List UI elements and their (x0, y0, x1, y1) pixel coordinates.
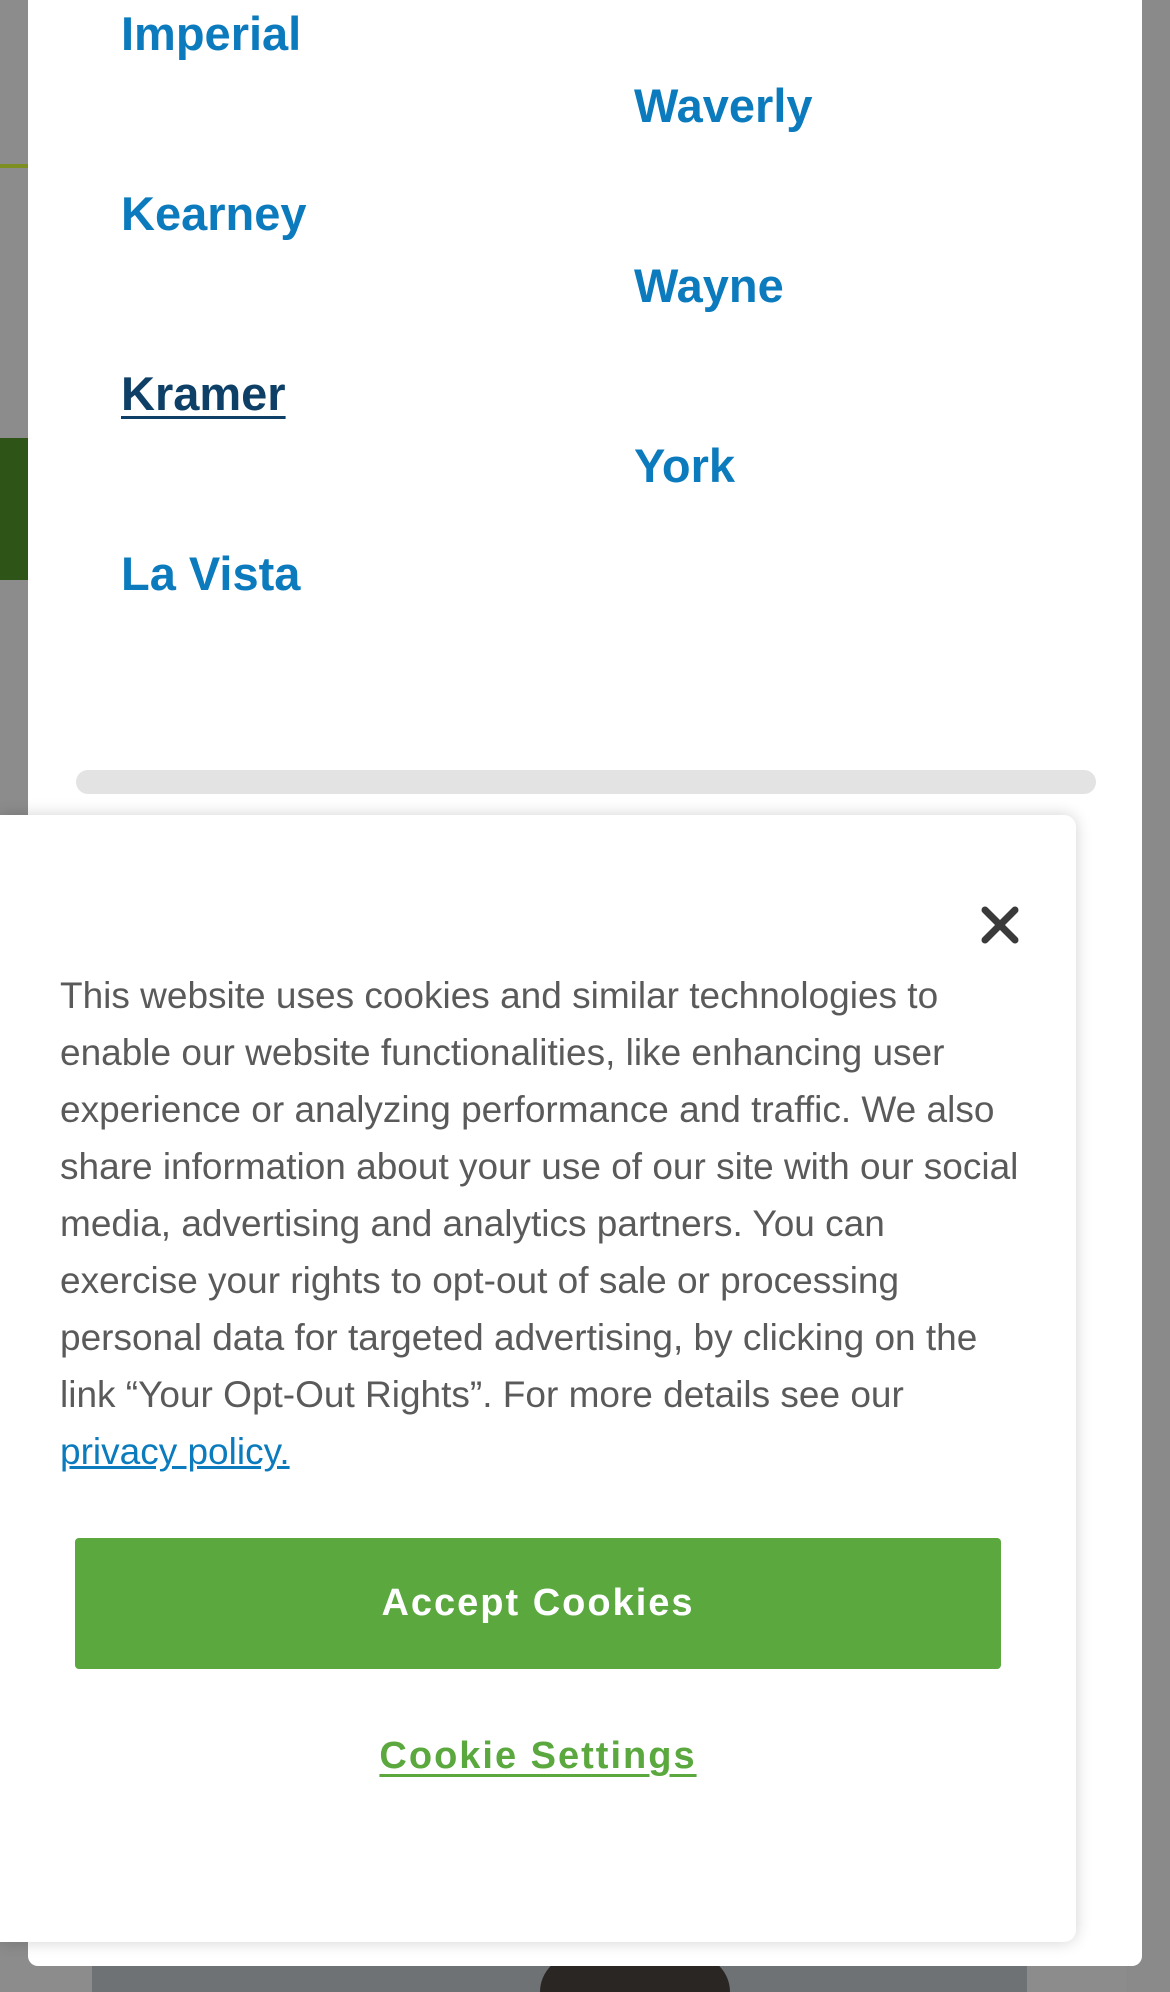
background-banner (0, 438, 28, 580)
location-link-wayne[interactable]: Wayne (634, 256, 784, 316)
location-link-imperial[interactable]: Imperial (121, 4, 301, 64)
background-divider (0, 164, 28, 168)
location-link-waverly[interactable]: Waverly (634, 76, 813, 136)
cookie-banner: This website uses cookies and similar te… (0, 815, 1076, 1942)
cookie-settings-link[interactable]: Cookie Settings (75, 1735, 1001, 1778)
cookie-message-text: This website uses cookies and similar te… (60, 975, 1019, 1415)
accept-cookies-button[interactable]: Accept Cookies (75, 1538, 1001, 1669)
location-link-kramer[interactable]: Kramer (121, 364, 286, 424)
cookie-message: This website uses cookies and similar te… (60, 967, 1020, 1480)
location-link-york[interactable]: York (634, 436, 735, 496)
location-link-la-vista[interactable]: La Vista (121, 544, 300, 604)
horizontal-scrollbar[interactable] (76, 770, 1096, 794)
close-icon (981, 906, 1019, 944)
location-link-kearney[interactable]: Kearney (121, 184, 307, 244)
close-button[interactable] (960, 885, 1040, 965)
privacy-policy-link[interactable]: privacy policy. (60, 1431, 290, 1472)
